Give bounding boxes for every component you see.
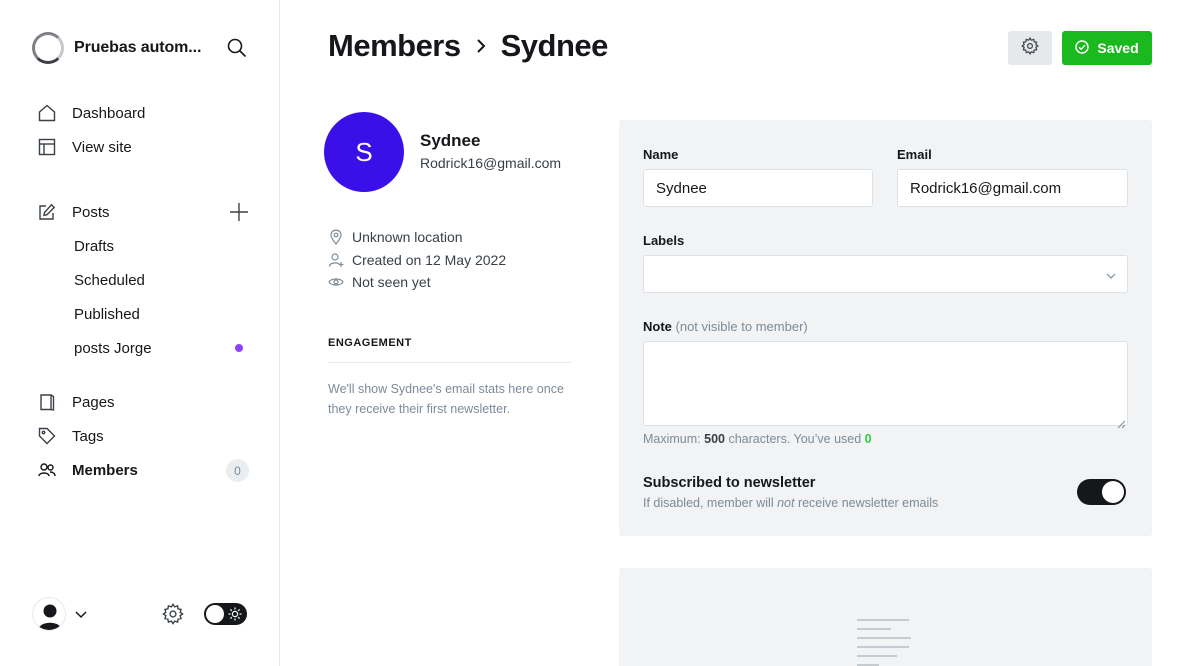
meta-created-text: Created on 12 May 2022 — [352, 251, 507, 268]
meta-created: Created on 12 May 2022 — [328, 249, 568, 272]
sidebar-item-posts[interactable]: Posts — [0, 195, 280, 229]
chevron-right-icon — [473, 38, 489, 54]
resize-handle-icon[interactable] — [1117, 415, 1126, 429]
sidebar: Pruebas autom... Dashboard View site Pos… — [0, 0, 280, 666]
labels-label: Labels — [643, 233, 685, 248]
sidebar-item-label: Members — [72, 461, 138, 479]
sidebar-item-posts-jorge[interactable]: posts Jorge — [0, 331, 280, 365]
breadcrumb-current: Sydnee — [500, 28, 609, 63]
newsletter-title: Subscribed to newsletter — [643, 475, 816, 491]
page-icon — [38, 393, 56, 411]
member-meta: Unknown location Created on 12 May 2022 … — [328, 226, 568, 294]
newsletter-desc: If disabled, member will not receive new… — [643, 496, 938, 510]
newsletter-desc-em: not — [777, 496, 795, 510]
breadcrumb: Members Sydnee — [328, 28, 608, 64]
nav-posts: Posts Drafts Scheduled Published posts J… — [0, 195, 280, 365]
note-label-text: Note — [643, 319, 672, 334]
toggle-knob — [206, 605, 224, 623]
view-site-icon — [38, 138, 56, 156]
sidebar-item-drafts[interactable]: Drafts — [0, 229, 280, 263]
user-add-icon — [328, 252, 344, 268]
sidebar-item-dashboard[interactable]: Dashboard — [0, 96, 280, 130]
sidebar-item-label: Dashboard — [72, 104, 146, 122]
hint-used-count: 0 — [864, 432, 872, 446]
eye-icon — [328, 274, 344, 290]
sidebar-item-label: Published — [74, 305, 140, 323]
name-label: Name — [643, 147, 679, 162]
sidebar-footer — [32, 597, 248, 631]
note-label-muted: (not visible to member) — [675, 319, 808, 334]
sidebar-item-members[interactable]: Members 0 — [0, 453, 280, 487]
sidebar-item-label: Pages — [72, 393, 115, 411]
members-count-badge: 0 — [226, 459, 249, 482]
location-pin-icon — [328, 229, 344, 246]
main-content: Members Sydnee Saved S Sydnee Rodrick16@… — [280, 0, 1200, 666]
name-field[interactable]: Sydnee — [643, 169, 873, 207]
theme-toggle[interactable] — [204, 603, 247, 625]
sidebar-item-label: Drafts — [74, 237, 115, 255]
sidebar-item-label: Posts — [72, 203, 110, 221]
avatar[interactable] — [32, 597, 66, 631]
member-email: Rodrick16@gmail.com — [420, 155, 562, 171]
search-icon[interactable] — [226, 37, 248, 59]
activity-panel — [619, 568, 1152, 666]
sidebar-item-published[interactable]: Published — [0, 297, 280, 331]
engagement-title: ENGAGEMENT — [328, 337, 571, 363]
breadcrumb-parent[interactable]: Members — [328, 28, 461, 64]
saved-label: Saved — [1097, 40, 1139, 56]
sidebar-item-pages[interactable]: Pages — [0, 385, 280, 419]
member-form: Name Sydnee Email Rodrick16@gmail.com La… — [619, 120, 1152, 536]
member-settings-button[interactable] — [1008, 31, 1052, 65]
status-dot — [235, 344, 243, 352]
sidebar-item-label: posts Jorge — [74, 339, 152, 357]
email-field[interactable]: Rodrick16@gmail.com — [897, 169, 1128, 207]
gear-icon[interactable] — [162, 603, 184, 625]
hint-max: 500 — [704, 432, 725, 446]
note-label: Note (not visible to member) — [643, 319, 808, 334]
meta-location: Unknown location — [328, 226, 568, 249]
meta-seen-text: Not seen yet — [352, 274, 431, 291]
member-name: Sydnee — [420, 131, 481, 150]
gear-icon — [1021, 36, 1039, 60]
site-logo[interactable] — [32, 32, 64, 64]
nav-secondary: Pages Tags Members 0 — [0, 385, 280, 487]
edit-icon — [38, 203, 56, 221]
home-icon — [38, 104, 56, 122]
hint-prefix: Maximum: — [643, 432, 705, 446]
check-circle-icon — [1075, 39, 1090, 57]
sidebar-item-scheduled[interactable]: Scheduled — [0, 263, 280, 297]
saved-button[interactable]: Saved — [1062, 31, 1152, 65]
sidebar-item-label: View site — [72, 138, 132, 156]
labels-select[interactable] — [643, 255, 1128, 293]
nav-main: Dashboard View site — [0, 96, 280, 164]
sidebar-item-label: Scheduled — [74, 271, 145, 289]
sidebar-item-tags[interactable]: Tags — [0, 419, 280, 453]
tag-icon — [38, 427, 56, 445]
sidebar-item-view-site[interactable]: View site — [0, 130, 280, 164]
site-header: Pruebas autom... — [32, 32, 252, 64]
note-textarea[interactable] — [643, 341, 1128, 429]
newsletter-desc-a: If disabled, member will — [643, 496, 778, 510]
sidebar-item-label: Tags — [72, 427, 104, 445]
meta-seen: Not seen yet — [328, 271, 568, 294]
members-icon — [38, 461, 56, 479]
header-actions: Saved — [1008, 31, 1152, 65]
site-title[interactable]: Pruebas autom... — [74, 39, 214, 57]
chevron-down-icon[interactable] — [74, 607, 88, 621]
member-avatar: S — [324, 112, 404, 192]
toggle-knob — [1102, 481, 1124, 503]
email-label: Email — [897, 147, 932, 162]
meta-location-text: Unknown location — [352, 229, 463, 246]
add-post-icon[interactable] — [229, 202, 249, 222]
newsletter-toggle[interactable] — [1077, 479, 1126, 505]
document-lines-icon — [857, 618, 913, 666]
engagement-text: We'll show Sydnee's email stats here onc… — [328, 382, 564, 416]
newsletter-desc-b: receive newsletter emails — [794, 496, 939, 510]
chevron-down-icon — [1105, 269, 1117, 281]
sun-icon — [228, 607, 242, 621]
hint-mid: characters. You’ve used — [724, 432, 865, 446]
note-hint: Maximum: 500 characters. You’ve used 0 — [643, 432, 872, 446]
